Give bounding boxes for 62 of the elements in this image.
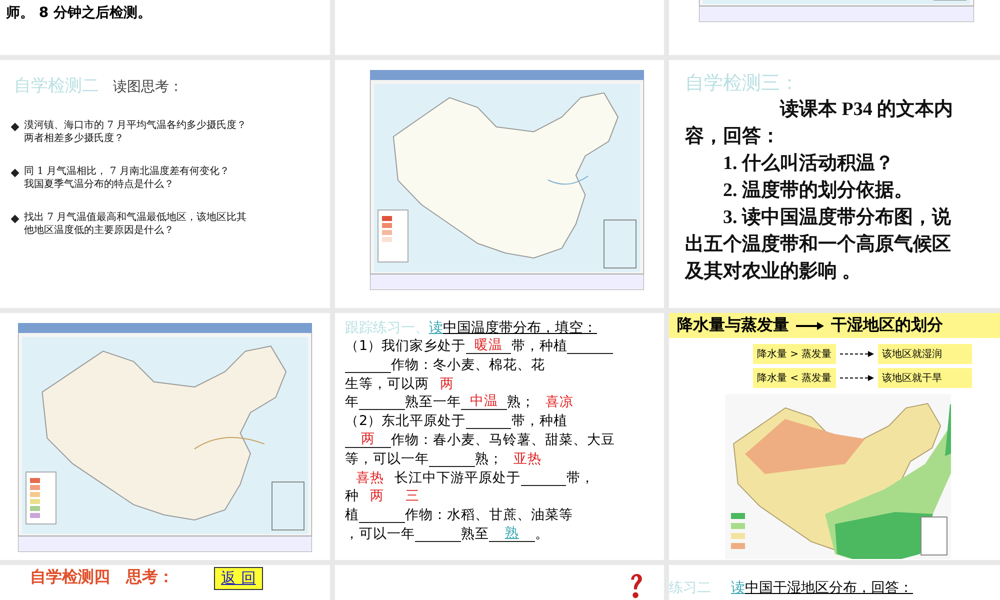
slide-text: 生等，可以两 [345, 376, 429, 392]
link[interactable]: 熟 [504, 524, 519, 541]
slide-text: 3. 读中国温度带分布图，说出五个温度带和一个高原气候区及其对农业的影响 。 [685, 206, 952, 284]
slide-text: 熟； [506, 394, 535, 410]
rule-label: 该地区就干旱 [878, 368, 972, 388]
bullet-text: 找出 7 月气温值最高和气温最低地区，该地区比其 他地区温度低的主要原因是什么？ [24, 211, 247, 237]
slide-text: （2）东北平原处于 [345, 413, 466, 430]
bullet-icon [10, 214, 20, 224]
slide-title: 降水量与蒸发量 [677, 315, 789, 336]
link[interactable]: 读 [429, 320, 443, 336]
slide-text: 熟至一年 [404, 394, 461, 410]
back-button[interactable]: 返 回 [214, 567, 263, 590]
slide-text: 。 [534, 526, 549, 542]
slide-title: 自学检测三： [685, 71, 800, 96]
rule-label: 降水量 > 蒸发量 [753, 344, 836, 364]
fill-in-line: 暖温 [466, 337, 512, 354]
bullet-icon [10, 122, 20, 132]
answer-text: 喜凉 [546, 394, 574, 410]
slide-subtitle: 读图思考： [113, 78, 183, 96]
slide-text: 等，可以一年 [345, 450, 429, 467]
slide-text: 1. 什么叫活动积温？ [722, 152, 895, 176]
slide-text: 年 [345, 394, 359, 410]
question-mark-icon [628, 571, 644, 600]
slide-text: 带，种植 [511, 413, 568, 430]
slide-text: 带， [566, 470, 594, 486]
slide-text: 读课本 P34 的文本内容，回答： [685, 98, 954, 149]
rule-label: 降水量 < 蒸发量 [753, 368, 836, 388]
slide-text: 师。 8 分钟之后检测。 [5, 4, 152, 23]
slide-text: 带，种植 [511, 338, 568, 354]
slide-title: 跟踪练习一、 [345, 320, 429, 336]
slide-text: 植 [345, 507, 359, 524]
slide-text: 熟； [474, 450, 503, 467]
slide-text: 种 [345, 488, 359, 504]
arrow-icon [840, 375, 874, 381]
arrow-icon [840, 351, 874, 357]
slide-text: 熟至 [460, 526, 489, 542]
answer-text: 亚热 [514, 450, 542, 467]
fill-in-line: 中温 [460, 393, 507, 410]
bullet-text: 同 1 月气温相比， 7 月南北温度差有何变化？ 我国夏季气温分布的特点是什么？ [24, 165, 230, 191]
slide-title: 中国温度带分布，填空： [443, 320, 597, 336]
slide-text: 作物：冬小麦、棉花、花 [390, 356, 545, 373]
bullet-text: 漠河镇、海口市的 7 月平均气温各约多少摄氏度？ 两者相差多少摄氏度？ [24, 119, 247, 145]
slide-text: 作物：春小麦、马铃薯、甜菜、大豆 [390, 432, 615, 448]
answer-text: 喜热 [356, 470, 384, 486]
slide-title: 自学检测四 思考： [30, 567, 174, 588]
answer-text: 三 [405, 488, 420, 504]
answer-text: 两 [440, 376, 454, 392]
slide-text: 长江中下游平原处于 [394, 470, 521, 486]
slide-title: 中国干湿地区分布，回答： [745, 580, 913, 596]
rule-label: 该地区就湿润 [878, 344, 972, 364]
arrow-icon [795, 320, 825, 330]
slide-text: ，可以一年 [345, 526, 415, 542]
link[interactable]: 读 [731, 580, 745, 596]
slide-title: 练习二 [669, 579, 711, 597]
slide-text: 作物：水稻、甘蔗、油菜等 [404, 507, 573, 524]
fill-in-line: 两 [345, 430, 391, 448]
slide-title: 干湿地区的划分 [831, 315, 943, 336]
slide-title: 自学检测二 [14, 75, 99, 97]
answer-text: 两 [370, 488, 384, 504]
bullet-icon [10, 168, 20, 178]
slide-text: 2. 温度带的划分依据。 [722, 178, 914, 203]
slide-text: （1）我们家乡处于 [345, 338, 466, 354]
